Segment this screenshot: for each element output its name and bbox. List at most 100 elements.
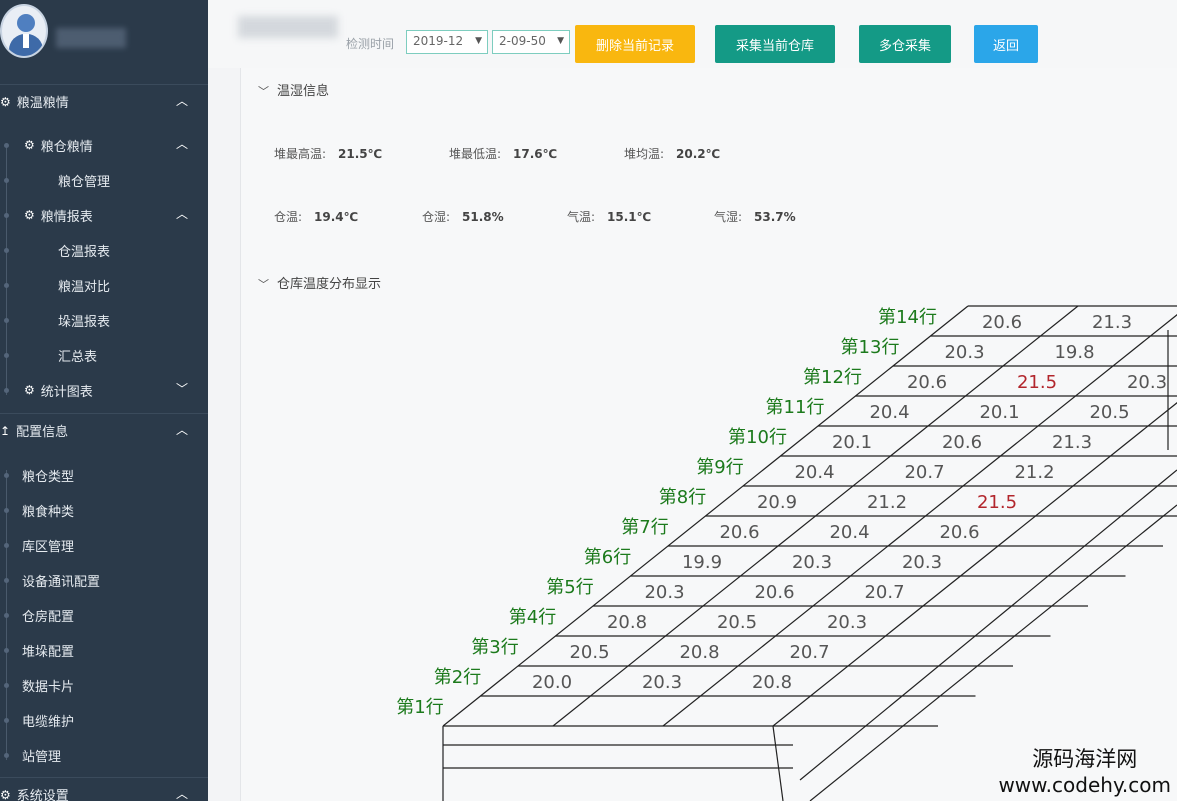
- nav-item-data-card[interactable]: 数据卡片: [0, 668, 208, 702]
- row-label: 第14行: [878, 307, 937, 328]
- nav-group-label: 配置信息: [16, 425, 69, 440]
- nav-item-station-manage[interactable]: 站管理: [0, 738, 208, 772]
- cell-value: 21.5: [977, 492, 1017, 513]
- nav-subgroup-granary-status[interactable]: ⚙ 粮仓粮情 ︿: [0, 128, 208, 162]
- row-label: 第2行: [434, 667, 481, 688]
- cell-value: 20.6: [754, 582, 794, 603]
- nav-item-label: 粮仓类型: [22, 469, 75, 485]
- nav-subgroup-statistics[interactable]: ⚙ 统计图表 ﹀: [0, 373, 208, 407]
- cell-value: 20.6: [719, 522, 759, 543]
- row-label: 第5行: [546, 577, 593, 598]
- slab-front-right-edge: [772, 725, 784, 801]
- temperature-grid: 第1行 第2行 20.0 20.3 20.8 第3行 20.5 20.8 20.7 第4行 20.8…: [396, 305, 1177, 801]
- nav-item-label: 站管理: [22, 749, 62, 765]
- cell-value: 19.8: [1054, 342, 1094, 363]
- chevron-up-icon: ︿: [175, 787, 188, 801]
- nav-item-label: 粮温对比: [58, 279, 111, 295]
- nav-item-warehouse-temp-report[interactable]: 仓温报表: [0, 233, 208, 267]
- chevron-up-icon: ︿: [175, 137, 188, 151]
- cell-value: 21.3: [1052, 432, 1092, 453]
- nav-item-label: 电缆维护: [22, 714, 75, 730]
- cell-value: 20.5: [717, 612, 757, 633]
- cell-value: 20.3: [1127, 372, 1167, 393]
- row-label: 第1行: [396, 697, 443, 718]
- row-label: 第8行: [659, 487, 706, 508]
- nav-group-label: 粮温粮情: [16, 96, 69, 111]
- nav-group-config[interactable]: ↥ 配置信息 ︿: [0, 413, 208, 447]
- chevron-down-icon: ﹀: [175, 382, 188, 396]
- cell-value: 20.1: [832, 432, 872, 453]
- nav-item-granary-manage[interactable]: 粮仓管理: [0, 163, 208, 197]
- cell-value: 20.3: [642, 672, 682, 693]
- row-label: 第9行: [696, 457, 743, 478]
- row-label: 第10行: [728, 427, 787, 448]
- cell-value: 20.9: [757, 492, 797, 513]
- row-label: 第13行: [841, 337, 900, 358]
- cell-value: 20.3: [827, 612, 867, 633]
- nav-subgroup-label: 统计图表: [40, 384, 93, 400]
- row-label: 第3行: [471, 637, 518, 658]
- cell-value: 20.0: [532, 672, 572, 693]
- nav-subgroup-label: 粮情报表: [40, 209, 93, 225]
- gear-icon: ⚙: [24, 208, 35, 222]
- chevron-up-icon: ︿: [175, 423, 188, 437]
- cell-value: 21.5: [1017, 372, 1057, 393]
- upload-icon: ↥: [0, 423, 11, 438]
- gear-icon: ⚙: [0, 94, 11, 109]
- nav-item-cable-maint[interactable]: 电缆维护: [0, 703, 208, 737]
- nav-item-warehouse-config[interactable]: 仓房配置: [0, 598, 208, 632]
- cell-value: 19.9: [682, 552, 722, 573]
- nav-item-granary-type[interactable]: 粮仓类型: [0, 458, 208, 492]
- cell-value: 20.4: [794, 462, 834, 483]
- cell-value: 20.6: [942, 432, 982, 453]
- row-label: 第4行: [509, 607, 556, 628]
- nav-item-stack-temp-report[interactable]: 垛温报表: [0, 303, 208, 337]
- sidebar: ⚙ 粮温粮情 ︿ ⚙ 粮仓粮情 ︿ 粮仓管理 ⚙ 粮情报表 ︿ 仓温报表 粮温对…: [0, 0, 208, 801]
- cell-value: 20.6: [982, 312, 1022, 333]
- nav-item-label: 设备通讯配置: [22, 574, 101, 590]
- chevron-up-icon: ︿: [175, 207, 188, 221]
- nav-item-grain-type[interactable]: 粮食种类: [0, 493, 208, 527]
- cell-value: 20.7: [789, 642, 829, 663]
- nav-subgroup-grain-report[interactable]: ⚙ 粮情报表 ︿: [0, 198, 208, 232]
- chevron-up-icon: ︿: [175, 94, 188, 108]
- nav-item-grain-temp-compare[interactable]: 粮温对比: [0, 268, 208, 302]
- nav-group-label: 系统设置: [16, 789, 69, 801]
- cell-value: 21.2: [867, 492, 907, 513]
- cell-value: 20.3: [944, 342, 984, 363]
- user-avatar[interactable]: [0, 4, 48, 58]
- cell-value: 20.4: [829, 522, 869, 543]
- gear-icon: ⚙: [24, 383, 35, 397]
- nav-item-label: 仓房配置: [22, 609, 75, 625]
- watermark: 源码海洋网 www.codehy.com: [998, 743, 1171, 797]
- nav-item-label: 堆垛配置: [22, 644, 75, 660]
- cell-value: 20.8: [679, 642, 719, 663]
- cell-value: 20.5: [569, 642, 609, 663]
- cell-value: 20.7: [904, 462, 944, 483]
- nav-item-label: 粮仓管理: [58, 174, 111, 190]
- cell-value: 21.3: [1092, 312, 1132, 333]
- gear-icon: ⚙: [0, 787, 11, 801]
- row-label: 第12行: [803, 367, 862, 388]
- watermark-cn: 源码海洋网: [1032, 747, 1138, 771]
- nav-item-label: 库区管理: [22, 539, 75, 555]
- cell-value: 20.7: [864, 582, 904, 603]
- nav-item-label: 垛温报表: [58, 314, 111, 330]
- nav-item-summary[interactable]: 汇总表: [0, 338, 208, 372]
- row-label: 第11行: [766, 397, 825, 418]
- cell-value: 20.6: [939, 522, 979, 543]
- nav-item-label: 仓温报表: [58, 244, 111, 260]
- nav-item-device-comm-config[interactable]: 设备通讯配置: [0, 563, 208, 597]
- row-label: 第7行: [621, 517, 668, 538]
- nav-subgroup-label: 粮仓粮情: [40, 139, 93, 155]
- cell-value: 20.3: [902, 552, 942, 573]
- nav-group-system-settings[interactable]: ⚙ 系统设置 ︿: [0, 777, 208, 801]
- cell-value: 20.8: [752, 672, 792, 693]
- nav-group-grain-temp[interactable]: ⚙ 粮温粮情 ︿: [0, 84, 208, 118]
- cell-value: 20.8: [607, 612, 647, 633]
- nav-item-label: 汇总表: [58, 349, 98, 365]
- nav-item-stack-config[interactable]: 堆垛配置: [0, 633, 208, 667]
- nav-item-depot-manage[interactable]: 库区管理: [0, 528, 208, 562]
- cell-value: 20.3: [644, 582, 684, 603]
- watermark-url: www.codehy.com: [998, 773, 1171, 797]
